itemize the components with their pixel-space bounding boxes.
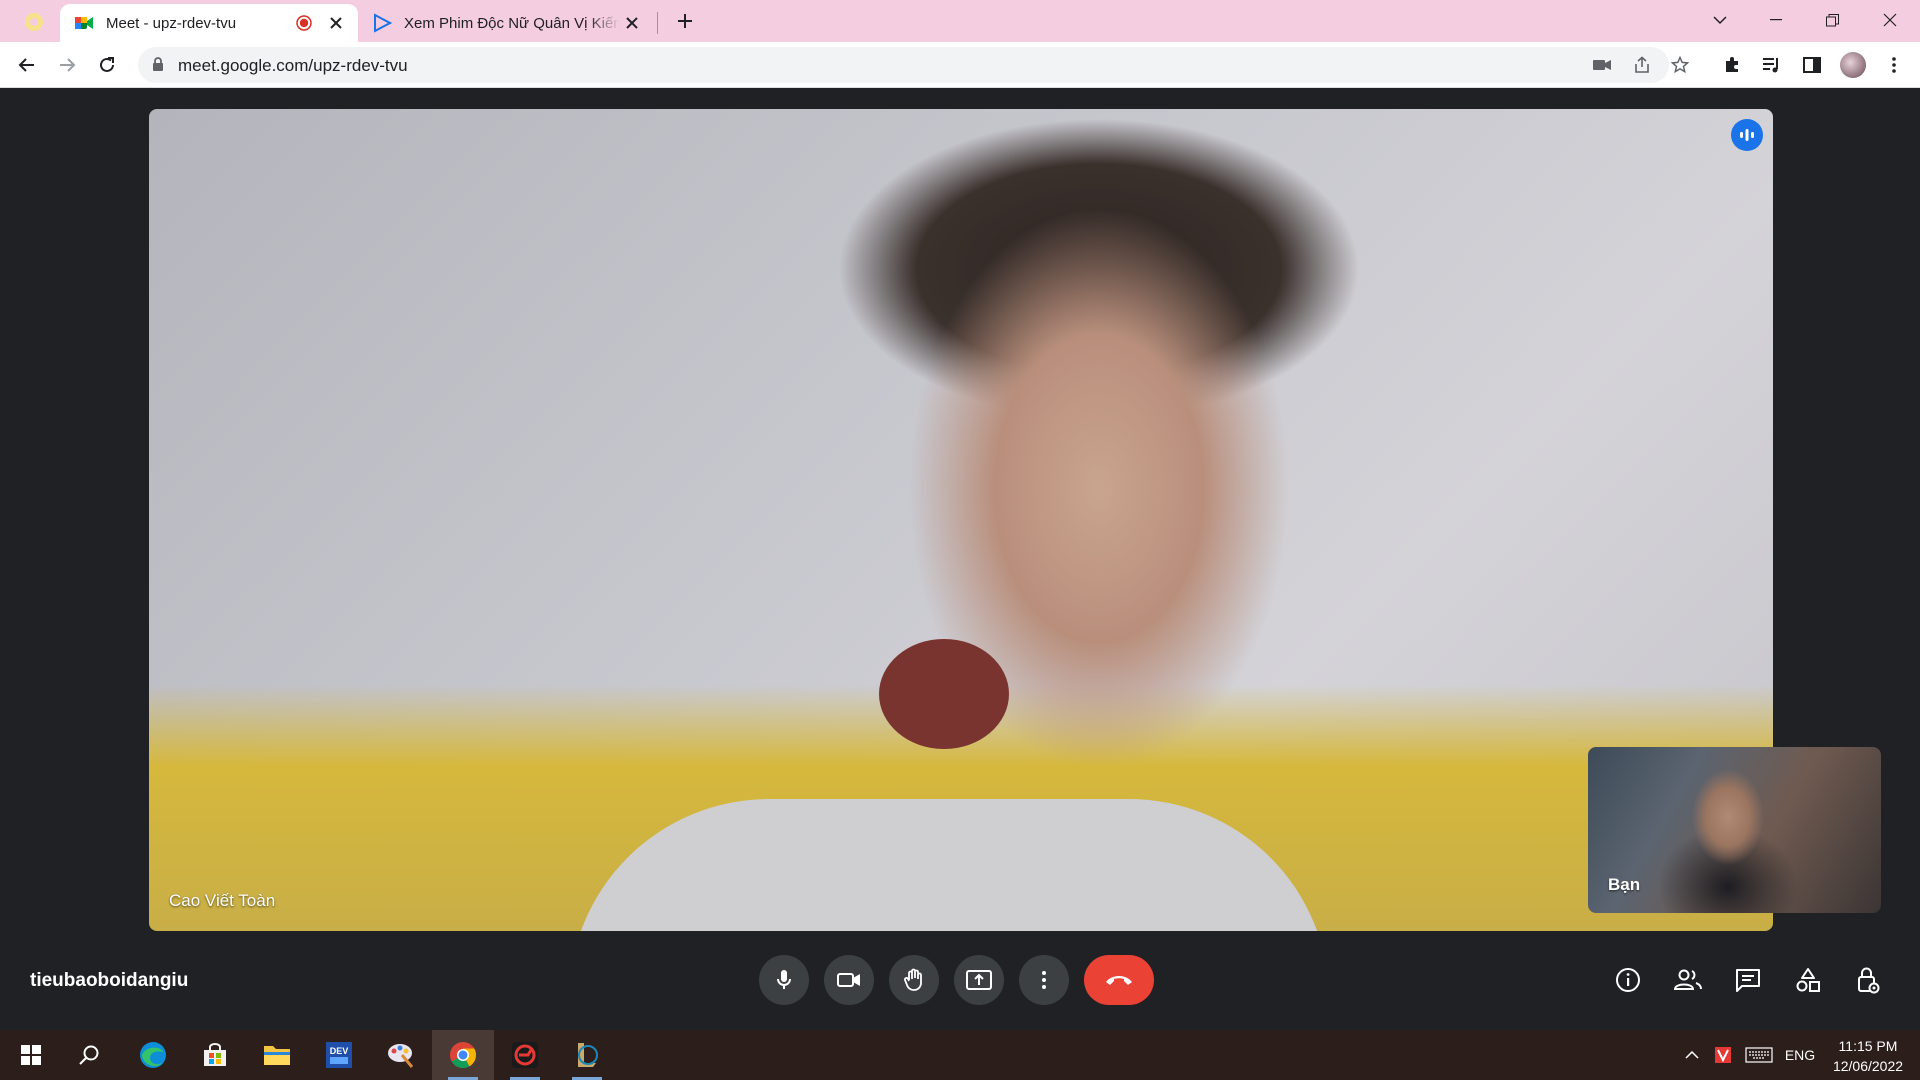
camera-icon: [837, 973, 860, 987]
self-label: Bạn: [1608, 875, 1641, 894]
language-indicator[interactable]: ENG: [1780, 1030, 1820, 1080]
share-icon[interactable]: [1632, 55, 1652, 75]
edge-taskbar-item[interactable]: [122, 1030, 184, 1080]
info-icon: [1616, 968, 1640, 992]
tab-title: Meet - upz-rdev-tvu: [106, 14, 237, 32]
chrome-icon: [450, 1042, 477, 1069]
store-icon: [204, 1043, 226, 1066]
activities-button[interactable]: [1786, 958, 1830, 1002]
self-view-tile[interactable]: Bạn: [1588, 747, 1881, 913]
raise-hand-icon: [904, 968, 922, 991]
keyboard-tray-icon[interactable]: [1742, 1030, 1776, 1080]
bookmark-star-icon[interactable]: [1670, 55, 1690, 75]
camera-button[interactable]: [824, 955, 874, 1005]
tab-meet[interactable]: Meet - upz-rdev-tvu: [60, 4, 358, 42]
people-icon: [1673, 969, 1702, 990]
meet-stage: Cao Viết Toàn Bạn tieubaoboidangiu 2: [0, 89, 1920, 1057]
play-icon: [372, 13, 392, 33]
forward-icon[interactable]: [51, 49, 83, 81]
paint-taskbar-item[interactable]: [370, 1030, 432, 1080]
tab-search-icon[interactable]: [1692, 0, 1748, 40]
restore-icon[interactable]: [1804, 0, 1860, 40]
mic-button[interactable]: [759, 955, 809, 1005]
edge-icon: [140, 1042, 166, 1068]
hang-up-button[interactable]: [1084, 955, 1154, 1005]
browser-tab-strip: Meet - upz-rdev-tvu Xem Phim Độc Nữ Quân…: [0, 0, 1920, 42]
new-tab-icon[interactable]: [672, 8, 698, 34]
address-bar[interactable]: meet.google.com/upz-rdev-tvu: [138, 47, 1689, 83]
paint-icon: [388, 1044, 414, 1068]
side-panel-icon[interactable]: [1796, 49, 1828, 81]
start-button[interactable]: [0, 1030, 62, 1080]
clock-date: 12/06/2022: [1832, 1058, 1904, 1074]
browser-toolbar: meet.google.com/upz-rdev-tvu: [0, 42, 1920, 88]
windows-taskbar: DEV ENG 11:15 PM 12/06/2022: [0, 1030, 1920, 1080]
store-taskbar-item[interactable]: [184, 1030, 246, 1080]
svg-text:DEV: DEV: [330, 1046, 349, 1056]
host-controls-button[interactable]: [1846, 958, 1890, 1002]
system-clock[interactable]: 11:15 PM 12/06/2022: [1820, 1036, 1916, 1076]
chrome-taskbar-item[interactable]: [432, 1030, 494, 1080]
close-tab-icon[interactable]: [324, 11, 348, 35]
search-icon: [79, 1045, 99, 1065]
video-content: [879, 639, 1009, 749]
close-window-icon[interactable]: [1862, 0, 1918, 40]
host-controls-icon: [1858, 967, 1880, 994]
back-icon[interactable]: [11, 49, 43, 81]
google-meet-icon: [74, 13, 94, 33]
present-icon: [966, 970, 992, 990]
close-tab-icon[interactable]: [620, 11, 644, 35]
chrome-menu-icon[interactable]: [1878, 49, 1910, 81]
tab-movie[interactable]: Xem Phim Độc Nữ Quân Vị Kiến: [362, 4, 654, 42]
meeting-code: tieubaoboidangiu: [30, 970, 189, 991]
tab-separator: [657, 12, 658, 34]
antivirus-tray-icon[interactable]: [1710, 1030, 1736, 1080]
participant-name: Cao Viết Toàn: [169, 891, 276, 910]
league-icon: [578, 1043, 598, 1067]
raise-hand-button[interactable]: [889, 955, 939, 1005]
hang-up-icon: [1106, 976, 1132, 985]
clock-time: 11:15 PM: [1838, 1038, 1898, 1054]
media-controls-icon[interactable]: [1756, 49, 1788, 81]
people-button[interactable]: [1666, 958, 1710, 1002]
lock-icon[interactable]: [152, 57, 164, 72]
url-text: meet.google.com/upz-rdev-tvu: [178, 56, 408, 75]
more-options-button[interactable]: [1019, 955, 1069, 1005]
meeting-info-button[interactable]: [1606, 958, 1650, 1002]
reload-icon[interactable]: [91, 49, 123, 81]
profile-avatar[interactable]: [1840, 52, 1866, 78]
garena-taskbar-item[interactable]: [494, 1030, 556, 1080]
camera-in-use-icon[interactable]: [1592, 55, 1612, 75]
recording-indicator-icon: [296, 15, 312, 31]
activities-icon: [1796, 968, 1820, 992]
tab-title: Xem Phim Độc Nữ Quân Vị Kiến: [404, 14, 620, 32]
present-button[interactable]: [954, 955, 1004, 1005]
devcpp-icon: DEV: [326, 1042, 352, 1068]
file-explorer-taskbar-item[interactable]: [246, 1030, 308, 1080]
chat-button[interactable]: [1726, 958, 1770, 1002]
chat-icon: [1736, 969, 1760, 992]
chrome-extension-icon[interactable]: [20, 8, 48, 36]
video-content: [569, 799, 1329, 931]
minimize-icon[interactable]: [1748, 0, 1804, 40]
start-icon: [21, 1045, 41, 1065]
main-participant-video[interactable]: Cao Viết Toàn: [149, 109, 1773, 931]
file-explorer-icon: [264, 1046, 290, 1065]
more-options-icon: [1042, 971, 1046, 989]
extensions-icon[interactable]: [1716, 49, 1748, 81]
devcpp-taskbar-item[interactable]: DEV: [308, 1030, 370, 1080]
garena-icon: [512, 1042, 538, 1068]
league-taskbar-item[interactable]: [556, 1030, 618, 1080]
search-button[interactable]: [58, 1030, 120, 1080]
mic-icon: [777, 970, 791, 989]
speaking-indicator-icon: [1731, 119, 1763, 151]
show-hidden-icons-icon[interactable]: [1680, 1030, 1704, 1080]
